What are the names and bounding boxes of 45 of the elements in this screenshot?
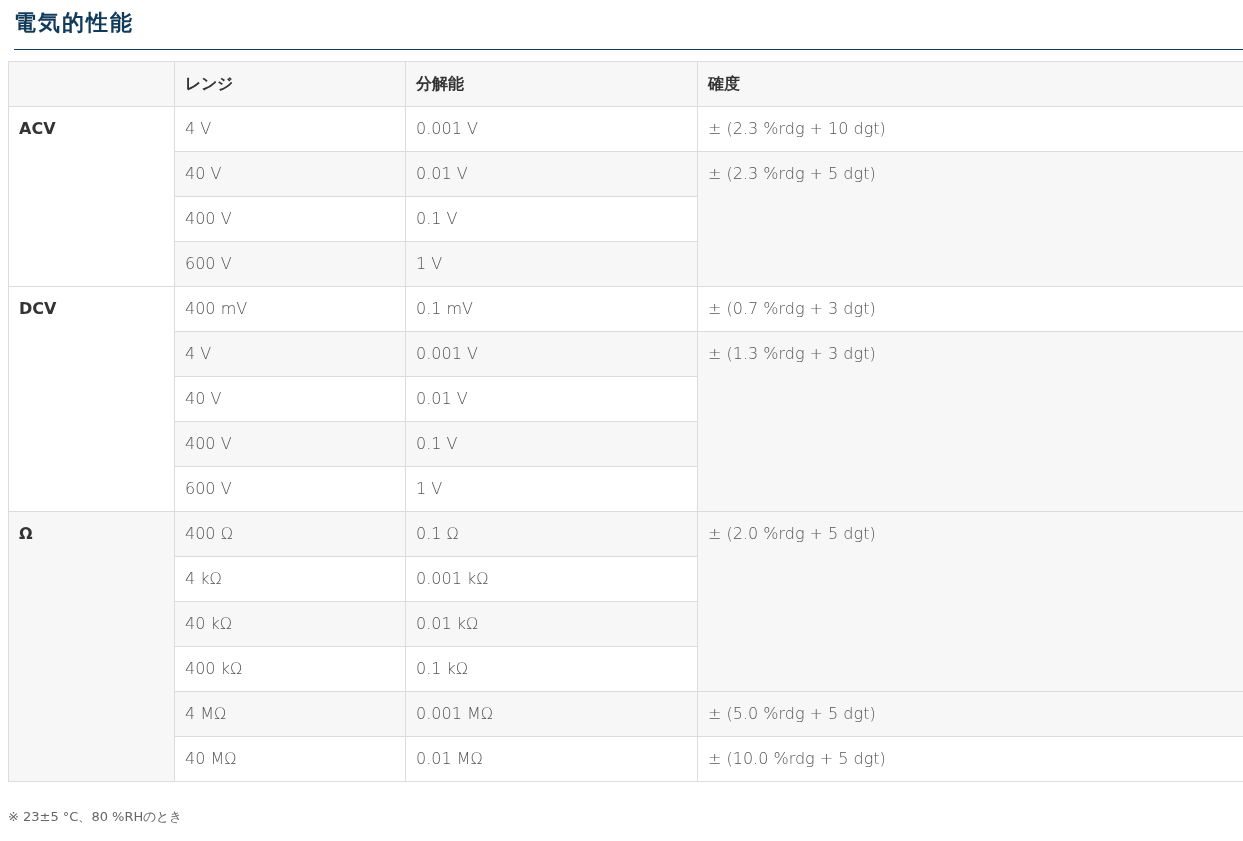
table-cell: 0.001 V bbox=[405, 331, 698, 377]
section-title: 電気的性能 bbox=[14, 9, 135, 37]
footnote: ※ 23±5 °C、80 %RHのとき bbox=[8, 808, 184, 826]
table-cell: DCV bbox=[8, 286, 175, 512]
table-cell: 400 kΩ bbox=[174, 646, 406, 692]
table-cell: 0.1 kΩ bbox=[405, 646, 698, 692]
table-cell: 0.01 V bbox=[405, 151, 698, 197]
column-header: 確度 bbox=[697, 61, 1243, 107]
table-cell: ± (0.7 %rdg + 3 dgt) bbox=[697, 286, 1243, 332]
table-cell: ACV bbox=[8, 106, 175, 287]
table-cell: 1 V bbox=[405, 241, 698, 287]
table-cell: 4 V bbox=[174, 331, 406, 377]
table-cell: 4 MΩ bbox=[174, 691, 406, 737]
table-cell: 40 V bbox=[174, 376, 406, 422]
table-cell: 0.01 MΩ bbox=[405, 736, 698, 782]
table-cell: 40 V bbox=[174, 151, 406, 197]
table-cell: ± (2.0 %rdg + 5 dgt) bbox=[697, 511, 1243, 692]
table-cell: ± (2.3 %rdg + 5 dgt) bbox=[697, 151, 1243, 287]
table-cell: 400 Ω bbox=[174, 511, 406, 557]
column-header: レンジ bbox=[174, 61, 406, 107]
table-cell: 0.1 V bbox=[405, 421, 698, 467]
table-cell: 0.001 MΩ bbox=[405, 691, 698, 737]
table-cell: 400 V bbox=[174, 421, 406, 467]
table-cell: 0.1 Ω bbox=[405, 511, 698, 557]
table-cell: 600 V bbox=[174, 466, 406, 512]
table-cell: 4 V bbox=[174, 106, 406, 152]
table-cell: 4 kΩ bbox=[174, 556, 406, 602]
table-cell: 0.001 V bbox=[405, 106, 698, 152]
table-cell: 40 MΩ bbox=[174, 736, 406, 782]
table-cell: 1 V bbox=[405, 466, 698, 512]
table-cell: 0.01 kΩ bbox=[405, 601, 698, 647]
table-cell: ± (5.0 %rdg + 5 dgt) bbox=[697, 691, 1243, 737]
table-cell: 0.01 V bbox=[405, 376, 698, 422]
table-cell: ± (10.0 %rdg + 5 dgt) bbox=[697, 736, 1243, 782]
table-cell: 0.1 mV bbox=[405, 286, 698, 332]
table-cell: ± (1.3 %rdg + 3 dgt) bbox=[697, 331, 1243, 512]
table-cell: 400 V bbox=[174, 196, 406, 242]
table-cell: 600 V bbox=[174, 241, 406, 287]
table-cell: 400 mV bbox=[174, 286, 406, 332]
table-cell: ± (2.3 %rdg + 10 dgt) bbox=[697, 106, 1243, 152]
table-cell: 0.1 V bbox=[405, 196, 698, 242]
table-cell: Ω bbox=[8, 511, 175, 782]
column-header: 分解能 bbox=[405, 61, 698, 107]
table-cell: 40 kΩ bbox=[174, 601, 406, 647]
table-cell: 0.001 kΩ bbox=[405, 556, 698, 602]
